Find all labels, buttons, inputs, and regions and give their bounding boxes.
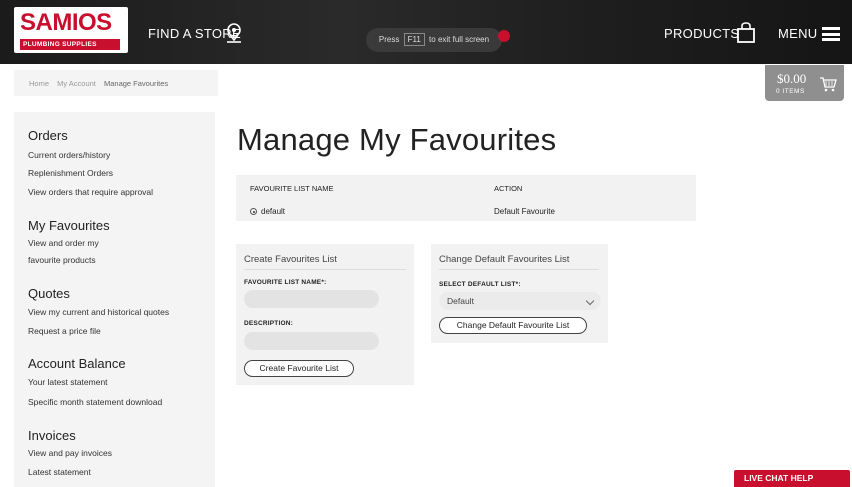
- fullscreen-notice-key: F11: [403, 33, 425, 46]
- site-header: SAMIOS PLUMBING SUPPLIES FIND A STORE Pr…: [0, 0, 852, 64]
- cart-button[interactable]: $0.00 0 ITEMS: [765, 65, 844, 101]
- table-row-action: Default Favourite: [494, 207, 555, 216]
- products-link[interactable]: PRODUCTS: [664, 26, 739, 41]
- breadcrumb-my-account[interactable]: My Account: [57, 79, 96, 88]
- menu-link[interactable]: MENU: [778, 26, 817, 41]
- hamburger-menu-icon[interactable]: [822, 27, 840, 41]
- sidebar-link-month-statement[interactable]: Specific month statement download: [28, 396, 162, 408]
- logo-wordmark: SAMIOS: [20, 9, 112, 36]
- divider: [439, 269, 599, 270]
- sidebar-link-pay-invoices[interactable]: View and pay invoices: [28, 447, 112, 459]
- shopping-bag-icon[interactable]: [736, 22, 756, 44]
- create-panel-title: Create Favourites List: [244, 254, 337, 265]
- radio-icon[interactable]: [250, 208, 257, 215]
- description-label: DESCRIPTION:: [244, 320, 293, 327]
- change-panel-title: Change Default Favourites List: [439, 254, 570, 265]
- live-chat-button[interactable]: LIVE CHAT HELP: [734, 470, 850, 487]
- sidebar-heading-orders: Orders: [28, 128, 68, 143]
- favourites-table: FAVOURITE LIST NAME ACTION default Defau…: [236, 175, 696, 221]
- sidebar-heading-favourites: My Favourites: [28, 218, 110, 233]
- create-favourites-panel: Create Favourites List FAVOURITE LIST NA…: [236, 244, 414, 385]
- create-favourite-list-button[interactable]: Create Favourite List: [244, 360, 354, 377]
- logo-tagline: PLUMBING SUPPLIES: [20, 39, 120, 50]
- breadcrumb: Home My Account Manage Favourites: [14, 70, 218, 96]
- chevron-down-icon: [585, 296, 595, 306]
- close-icon[interactable]: [498, 30, 510, 42]
- cart-item-count: 0 ITEMS: [776, 88, 805, 95]
- breadcrumb-home[interactable]: Home: [29, 79, 49, 88]
- sidebar-link-invoice-statement[interactable]: Latest statement: [28, 466, 91, 478]
- list-name-input[interactable]: [244, 290, 379, 308]
- sidebar-link-quotes[interactable]: View my current and historical quotes: [28, 306, 169, 318]
- default-list-select[interactable]: Default: [439, 292, 601, 310]
- column-header-list-name: FAVOURITE LIST NAME: [250, 184, 334, 193]
- shopping-cart-icon: [820, 77, 837, 92]
- description-input[interactable]: [244, 332, 379, 350]
- fullscreen-notice-before: Press: [378, 35, 400, 44]
- sidebar-link-favourites-1[interactable]: View and order my: [28, 237, 99, 249]
- sidebar-heading-quotes: Quotes: [28, 286, 70, 301]
- page-title: Manage My Favourites: [237, 122, 557, 157]
- sidebar-link-orders-approval[interactable]: View orders that require approval: [28, 186, 153, 198]
- sidebar-link-latest-statement[interactable]: Your latest statement: [28, 376, 108, 388]
- divider: [244, 269, 406, 270]
- sidebar-link-current-orders[interactable]: Current orders/history: [28, 149, 110, 161]
- sidebar-link-favourites-2[interactable]: favourite products: [28, 254, 96, 266]
- location-pin-icon[interactable]: [224, 22, 244, 44]
- sidebar-heading-account-balance: Account Balance: [28, 356, 126, 371]
- fullscreen-notice-after: to exit full screen: [429, 35, 490, 44]
- favourite-list-name: default: [261, 207, 286, 216]
- fullscreen-notice: Press F11 to exit full screen: [366, 28, 502, 52]
- default-list-select-value: Default: [447, 296, 474, 306]
- change-default-panel: Change Default Favourites List SELECT DE…: [431, 244, 608, 343]
- breadcrumb-current: Manage Favourites: [103, 79, 169, 88]
- column-header-action: ACTION: [494, 184, 523, 193]
- account-sidebar: Orders Current orders/history Replenishm…: [14, 112, 215, 487]
- sidebar-link-replenishment-orders[interactable]: Replenishment Orders: [28, 167, 113, 179]
- list-name-label: FAVOURITE LIST NAME*:: [244, 279, 327, 286]
- select-default-label: SELECT DEFAULT LIST*:: [439, 281, 521, 288]
- change-default-favourite-button[interactable]: Change Default Favourite List: [439, 317, 587, 334]
- sidebar-link-price-file[interactable]: Request a price file: [28, 325, 101, 337]
- cart-total: $0.00: [777, 71, 807, 86]
- samios-logo[interactable]: SAMIOS PLUMBING SUPPLIES: [14, 7, 128, 53]
- sidebar-heading-invoices: Invoices: [28, 428, 76, 443]
- table-row-name[interactable]: default: [250, 207, 285, 216]
